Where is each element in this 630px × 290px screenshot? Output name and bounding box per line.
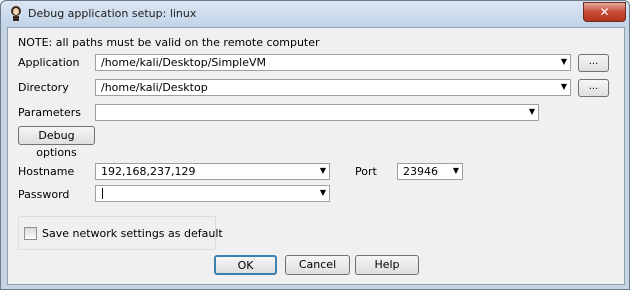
dialog-body: NOTE: all paths must be valid on the rem… (7, 27, 625, 285)
chevron-down-icon[interactable]: ▼ (561, 57, 567, 66)
port-label: Port (355, 165, 377, 178)
cancel-button[interactable]: Cancel (285, 255, 350, 275)
password-combo[interactable]: ▼ (95, 185, 330, 202)
port-value: 23946 (403, 165, 438, 178)
application-value: /home/kali/Desktop/SimpleVM (101, 56, 266, 69)
password-label: Password (18, 188, 70, 201)
directory-label: Directory (18, 81, 69, 94)
chevron-down-icon[interactable]: ▼ (320, 188, 326, 197)
chevron-down-icon[interactable]: ▼ (529, 107, 535, 116)
directory-value: /home/kali/Desktop (101, 81, 208, 94)
save-default-checkbox[interactable] (24, 227, 37, 240)
directory-combo[interactable]: /home/kali/Desktop ▼ (95, 79, 571, 96)
ok-button[interactable]: OK (214, 255, 277, 275)
parameters-label: Parameters (18, 106, 81, 119)
chevron-down-icon[interactable]: ▼ (320, 166, 326, 175)
chevron-down-icon[interactable]: ▼ (453, 166, 459, 175)
close-icon: ✕ (599, 5, 610, 19)
application-label: Application (18, 56, 80, 69)
close-button[interactable]: ✕ (583, 2, 626, 22)
hostname-label: Hostname (18, 165, 75, 178)
title-bar[interactable]: Debug application setup: linux ✕ (1, 1, 629, 27)
help-button[interactable]: Help (355, 255, 419, 275)
chevron-down-icon[interactable]: ▼ (561, 82, 567, 91)
window-title: Debug application setup: linux (28, 7, 197, 20)
hostname-value: 192,168,237,129 (101, 165, 196, 178)
directory-browse-button[interactable]: ... (578, 79, 609, 97)
note-text: NOTE: all paths must be valid on the rem… (18, 36, 320, 49)
ida-app-icon (8, 5, 24, 21)
port-combo[interactable]: 23946 ▼ (397, 163, 463, 180)
parameters-combo[interactable]: ▼ (95, 104, 539, 121)
application-browse-button[interactable]: ... (578, 54, 609, 72)
debug-options-button[interactable]: Debug options (18, 126, 95, 159)
application-combo[interactable]: /home/kali/Desktop/SimpleVM ▼ (95, 54, 571, 71)
hostname-combo[interactable]: 192,168,237,129 ▼ (95, 163, 330, 180)
text-caret (102, 188, 103, 199)
dialog-window: Debug application setup: linux ✕ NOTE: a… (0, 0, 630, 290)
save-default-label[interactable]: Save network settings as default (42, 227, 223, 240)
